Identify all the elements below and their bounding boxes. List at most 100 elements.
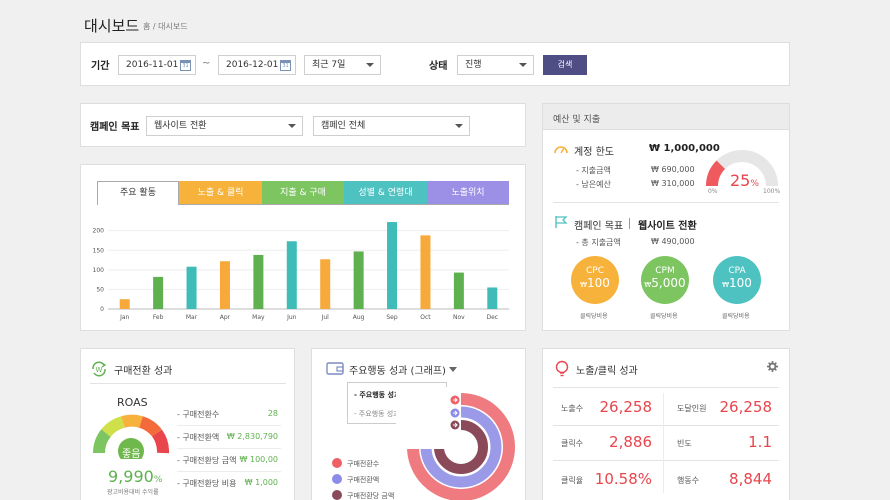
bar-chart: 200 150 100 50 0 Jan Feb Mar Apr May Jun Jul Aug Sep O…	[93, 222, 509, 321]
bar-jun[interactable]	[286, 241, 297, 309]
campaign-goal-label: 캠페인 목표	[90, 122, 140, 133]
date-separator: ~	[202, 58, 211, 69]
legend-label-revenue: 구매전환액	[347, 476, 380, 484]
gear-icon[interactable]	[767, 361, 778, 372]
x-tick-label: Dec	[486, 314, 498, 321]
chevron-down-icon[interactable]	[449, 367, 457, 372]
actions-panel: 주요행동 성과 (그래프) - 주요행동 성과 (그래프) - 주요행동 성과 …	[311, 348, 526, 500]
impressions-title: 노출/클릭 성과	[576, 366, 638, 377]
campaign-goal-value: 웹사이트 전환	[638, 221, 697, 232]
campaign-goal-select[interactable]: 웹사이트 전환	[146, 116, 303, 136]
cpm-amount: 5,000	[651, 276, 686, 290]
campaign-goal-title: 캠페인 목표	[574, 221, 624, 232]
campaign-select[interactable]: 캠페인 전체	[313, 116, 470, 136]
x-tick-label: Aug	[353, 314, 365, 321]
breadcrumb[interactable]: 홈 / 대시보드	[143, 21, 188, 32]
goal-separator	[629, 218, 630, 229]
bar-aug[interactable]	[353, 251, 364, 309]
cpa-amount: 100	[729, 276, 752, 290]
tab-main-activity[interactable]: 주요 활동	[97, 181, 179, 205]
remaining-value: ₩ 310,000	[651, 179, 695, 188]
calendar-icon[interactable]: 31	[180, 60, 191, 71]
frequency-value: 1.1	[748, 433, 772, 451]
roas-label: ROAS	[117, 396, 148, 409]
remaining-label: - 남은예산	[576, 180, 611, 189]
legend-dot-revenue	[332, 474, 342, 484]
x-tick-label: Feb	[153, 314, 164, 321]
conversion-per-cost-label: - 구매전환당 비용	[177, 479, 237, 488]
campaign-goal-select-value: 웹사이트 전환	[154, 121, 207, 131]
range-select[interactable]: 최근 7일	[304, 55, 381, 75]
tab-placement[interactable]: 노출위치	[427, 181, 509, 205]
impressions-panel: 노출/클릭 성과 노출수 26,258 도달인원 26,258 클릭수 2,88…	[542, 348, 790, 500]
status-label: 상태	[429, 61, 448, 72]
end-date-value: 2016-12-01	[226, 60, 279, 70]
actions-count-value: 8,844	[729, 470, 772, 488]
legend-label-per-amount: 구매전환당 금액	[347, 492, 395, 500]
funnel-rings-chart	[396, 387, 515, 500]
account-limit-label: 계정 한도	[574, 147, 614, 158]
total-spent-label: - 총 지출금액	[576, 238, 621, 247]
bar-oct[interactable]	[420, 235, 431, 309]
gauge-unit: %	[750, 179, 759, 189]
clicks-value: 2,886	[609, 433, 652, 451]
cpc-caption: 클릭당비용	[580, 313, 608, 320]
chart-panel: 주요 활동 노출 & 클릭 지출 & 구매 성별 & 연령대 노출위치 200 1…	[80, 164, 526, 331]
conversion-amount-value: ₩ 2,830,790	[226, 432, 278, 441]
bar-jul[interactable]	[320, 259, 331, 309]
tab-gender-age[interactable]: 성별 & 연령대	[344, 181, 427, 205]
end-date-input[interactable]: 2016-12-01 31	[218, 55, 296, 75]
calendar-icon[interactable]: 31	[280, 60, 291, 71]
campaign-select-value: 캠페인 전체	[321, 121, 366, 131]
bar-jan[interactable]	[119, 299, 130, 309]
bar-sep[interactable]	[387, 222, 398, 309]
gauge-min-label: 0%	[708, 188, 718, 195]
bar-apr[interactable]	[219, 261, 230, 309]
tab-spend-purchase[interactable]: 지출 & 구매	[262, 181, 344, 205]
search-button[interactable]: 검색	[543, 55, 587, 75]
spent-label: - 지출금액	[576, 166, 611, 175]
gauge-max-label: 100%	[763, 188, 781, 195]
roas-caption: 광고비용대비 수익률	[107, 489, 159, 496]
x-tick-label: Nov	[453, 314, 465, 321]
impressions-value: 26,258	[599, 398, 653, 416]
status-select[interactable]: 진행	[457, 55, 534, 75]
cpc-circle: CPC ₩100	[571, 256, 619, 304]
cpm-value: ₩5,000	[641, 276, 689, 290]
row-divider	[553, 460, 779, 461]
bar-dec[interactable]	[487, 287, 498, 309]
chevron-down-icon	[288, 124, 296, 128]
chart-tabs: 주요 활동 노출 & 클릭 지출 & 구매 성별 & 연령대 노출위치	[97, 181, 509, 205]
conversion-per-cost-value: ₩ 1,000	[244, 478, 278, 487]
bar-may[interactable]	[253, 254, 264, 309]
budget-header-title: 예산 및 지출	[553, 115, 601, 125]
x-tick-label: Mar	[186, 314, 198, 321]
bar-nov[interactable]	[453, 272, 464, 309]
title-underline	[90, 383, 286, 384]
bar-mar[interactable]	[186, 266, 197, 309]
cpa-label: CPA	[728, 266, 746, 276]
flag-icon	[555, 216, 568, 228]
budget-header: 예산 및 지출	[543, 104, 789, 130]
svg-text:W: W	[96, 366, 103, 374]
reach-label: 도달인원	[677, 404, 707, 413]
gauge-value: 25%	[730, 171, 759, 190]
tab-impressions-clicks[interactable]: 노출 & 클릭	[179, 181, 262, 205]
conversion-amount-label: - 구매전환액	[177, 433, 220, 442]
row-divider	[177, 448, 281, 449]
actions-title[interactable]: 주요행동 성과 (그래프)	[349, 362, 446, 377]
total-spent-value: ₩ 490,000	[651, 237, 695, 246]
x-tick-label: Oct	[420, 314, 431, 321]
row-divider	[177, 425, 281, 426]
bar-feb[interactable]	[153, 276, 164, 309]
cpa-circle: CPA ₩100	[713, 256, 761, 304]
actions-count-label: 행동수	[677, 476, 700, 485]
conversion-per-amount-label: - 구매전환당 금액	[177, 456, 237, 465]
gauge-center-label: 좋음	[122, 449, 141, 460]
x-tick-label: May	[252, 314, 265, 321]
y-tick-label: 50	[96, 286, 104, 293]
cpa-currency: ₩	[722, 281, 729, 289]
gauge-icon	[554, 146, 568, 154]
y-tick-label: 100	[93, 267, 105, 274]
start-date-input[interactable]: 2016-11-01 31	[118, 55, 196, 75]
